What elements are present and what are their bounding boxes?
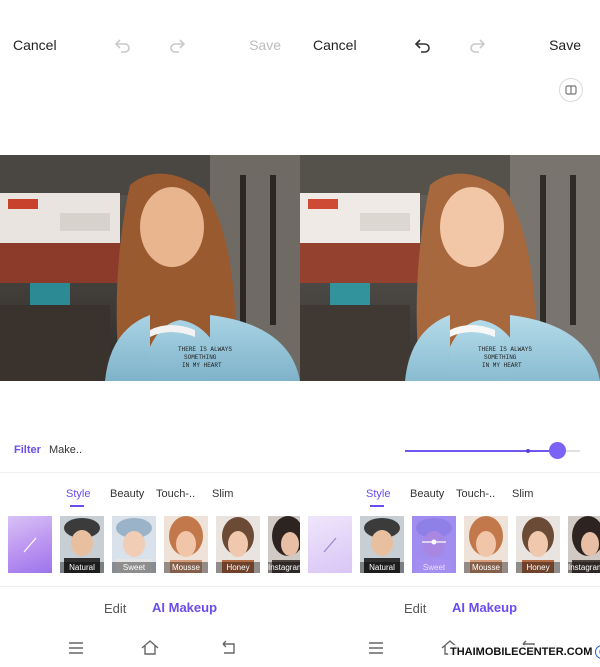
look-label: Sweet <box>112 562 156 573</box>
save-button[interactable]: Save <box>549 37 581 53</box>
ai-makeup-mode-tab[interactable]: AI Makeup <box>452 600 517 615</box>
tab-beauty[interactable]: Beauty <box>410 488 444 500</box>
save-button[interactable]: Save <box>249 37 281 53</box>
intensity-row: Filter Make.. <box>0 438 300 464</box>
look-instagram[interactable]: Instagram <box>268 516 300 573</box>
compare-icon <box>565 85 577 95</box>
undo-icon[interactable] <box>112 36 132 56</box>
compare-button[interactable] <box>559 78 583 102</box>
look-natural[interactable]: Natural <box>360 516 404 573</box>
look-label: Natural <box>60 562 104 573</box>
copyright-icon: © <box>595 645 600 659</box>
edited-photo: THERE IS ALWAYS SOMETHING IN MY HEART <box>0 155 300 381</box>
svg-text:SOMETHING: SOMETHING <box>484 354 517 361</box>
tab-beauty[interactable]: Beauty <box>110 488 144 500</box>
look-label: Instagram <box>268 562 300 573</box>
category-tabs: Style Beauty Touch-.. Slim <box>0 485 300 509</box>
look-list: Natural Sweet Mousse Honey Instagram <box>0 516 300 573</box>
intensity-slider-thumb[interactable] <box>549 442 567 459</box>
svg-text:IN MY HEART: IN MY HEART <box>182 362 222 369</box>
tab-touch[interactable]: Touch-.. <box>456 488 495 500</box>
active-tab-underline <box>70 505 84 507</box>
none-icon <box>23 537 37 553</box>
tab-slim[interactable]: Slim <box>512 488 533 500</box>
look-label: Honey <box>516 562 560 573</box>
look-mousse[interactable]: Mousse <box>464 516 508 573</box>
menu-icon[interactable] <box>66 638 86 658</box>
look-none[interactable] <box>8 516 52 573</box>
intensity-row <box>300 438 600 464</box>
editor-pane-left: Cancel Save THERE IS ALWAYS SOMETHING IN… <box>0 0 300 667</box>
tab-touch[interactable]: Touch-.. <box>156 488 195 500</box>
look-label: Instagram <box>568 562 600 573</box>
tab-style[interactable]: Style <box>66 488 90 500</box>
intensity-default-marker <box>525 449 530 453</box>
look-label: Sweet <box>422 563 446 572</box>
look-sweet-selected[interactable]: Sweet <box>412 516 456 573</box>
intensity-slider-fill <box>405 450 558 452</box>
tab-style[interactable]: Style <box>366 488 390 500</box>
undo-icon[interactable] <box>412 36 432 56</box>
watermark-text: THAIMOBILECENTER.COM <box>450 646 593 658</box>
look-honey[interactable]: Honey <box>516 516 560 573</box>
look-none[interactable] <box>308 516 352 573</box>
category-tabs: Style Beauty Touch-.. Slim <box>300 485 600 509</box>
active-tab-underline <box>370 505 384 507</box>
look-sweet[interactable]: Sweet <box>112 516 156 573</box>
edit-mode-tab[interactable]: Edit <box>104 601 126 616</box>
editor-pane-right: Cancel Save THERE IS ALWAYS SOMETHING IN… <box>300 0 600 667</box>
mode-switch: Edit AI Makeup <box>0 598 300 622</box>
divider <box>300 586 600 587</box>
redo-icon[interactable] <box>168 36 188 56</box>
look-instagram[interactable]: Instagram <box>568 516 600 573</box>
divider <box>0 472 300 473</box>
svg-text:IN MY HEART: IN MY HEART <box>482 362 522 369</box>
cancel-button[interactable]: Cancel <box>13 37 57 53</box>
top-bar: Cancel Save <box>0 28 300 62</box>
none-icon <box>323 537 337 553</box>
divider <box>0 586 300 587</box>
filter-tab[interactable]: Filter <box>14 444 41 456</box>
top-bar: Cancel Save <box>300 28 600 62</box>
look-honey[interactable]: Honey <box>216 516 260 573</box>
mode-switch: Edit AI Makeup <box>300 598 600 622</box>
look-list: Natural Sweet Mousse Honey Instagram <box>300 516 600 573</box>
redo-icon[interactable] <box>468 36 488 56</box>
divider <box>300 472 600 473</box>
edited-photo: THERE IS ALWAYS SOMETHING IN MY HEART <box>300 155 600 381</box>
svg-text:THERE IS ALWAYS: THERE IS ALWAYS <box>178 346 232 353</box>
svg-text:THERE IS ALWAYS: THERE IS ALWAYS <box>478 346 532 353</box>
cancel-button[interactable]: Cancel <box>313 37 357 53</box>
look-label: Honey <box>216 562 260 573</box>
look-label: Mousse <box>164 562 208 573</box>
makeup-tab[interactable]: Make.. <box>49 444 82 456</box>
home-icon[interactable] <box>140 638 160 658</box>
menu-icon[interactable] <box>366 638 386 658</box>
ai-makeup-mode-tab[interactable]: AI Makeup <box>152 600 217 615</box>
edit-mode-tab[interactable]: Edit <box>404 601 426 616</box>
look-label: Natural <box>360 562 404 573</box>
look-label: Mousse <box>464 562 508 573</box>
intensity-slider-track[interactable] <box>300 442 580 459</box>
look-natural[interactable]: Natural <box>60 516 104 573</box>
site-watermark: THAIMOBILECENTER.COM© <box>448 645 600 663</box>
svg-text:SOMETHING: SOMETHING <box>184 354 217 361</box>
back-icon[interactable] <box>218 638 238 658</box>
system-nav-bar <box>0 630 300 667</box>
look-mousse[interactable]: Mousse <box>164 516 208 573</box>
tab-slim[interactable]: Slim <box>212 488 233 500</box>
